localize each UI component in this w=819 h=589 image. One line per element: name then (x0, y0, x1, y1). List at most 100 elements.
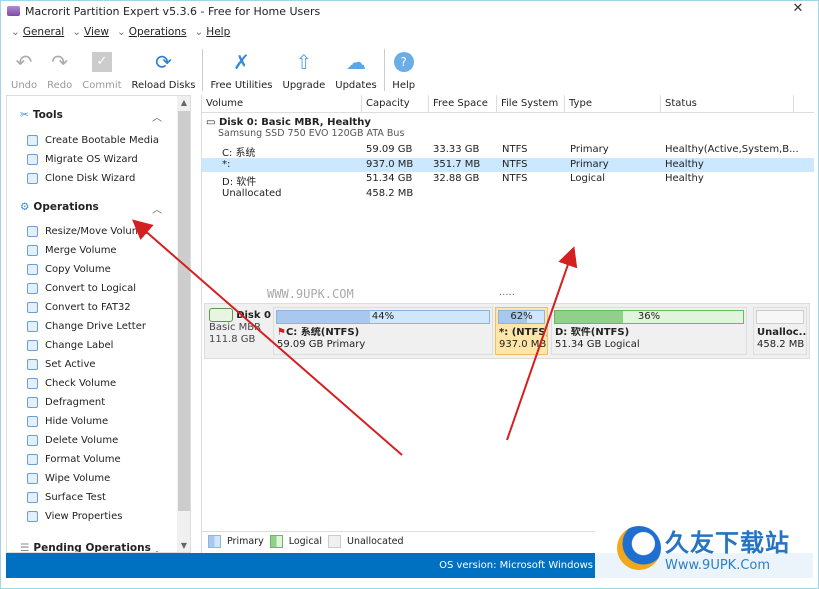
scroll-up-icon[interactable]: ▲ (177, 98, 190, 107)
sidebar-item[interactable]: Resize/Move Volume (27, 226, 148, 237)
column-free-space[interactable]: Free Space (429, 95, 497, 113)
app-icon (7, 6, 20, 16)
table-row[interactable]: C: 系统 59.09 GB 33.33 GB NTFS Primary Healthy(… (202, 143, 814, 159)
site-logo: 久友下载站 Www.9UPK.Com (595, 515, 815, 581)
partition-block[interactable]: Unalloc... 458.2 MB (753, 307, 807, 355)
sidebar-item[interactable]: Create Bootable Media (27, 135, 159, 146)
disk-model: Samsung SSD 750 EVO 120GB ATA Bus (218, 128, 405, 139)
operations-icon: ⚙ (20, 201, 30, 213)
disk-icon (209, 308, 233, 322)
scroll-down-icon[interactable]: ▼ (177, 541, 190, 550)
column-file-system[interactable]: File System (497, 95, 565, 113)
scrollbar-thumb[interactable] (178, 111, 190, 511)
sidebar-item[interactable]: Merge Volume (27, 245, 117, 256)
column-status[interactable]: Status (661, 95, 794, 113)
main-pane: Volume Capacity Free Space File System T… (201, 95, 814, 553)
sidebar-item[interactable]: Surface Test (27, 492, 106, 503)
operation-icon (27, 492, 38, 503)
sidebar-item[interactable]: Migrate OS Wizard (27, 154, 138, 165)
table-row[interactable]: *: 937.0 MB 351.7 MB NTFS Primary Healthy (202, 157, 814, 172)
sidebar-item[interactable]: Hide Volume (27, 416, 108, 427)
collapse-operations-icon[interactable]: ︿ (152, 201, 162, 216)
volume-list: ▭ Disk 0: Basic MBR, Healthy Samsung SSD… (202, 114, 814, 274)
disk-icon: ▭ (206, 117, 216, 128)
logo-icon (617, 526, 661, 570)
sidebar-item[interactable]: View Properties (27, 511, 122, 522)
splitter-handle[interactable]: ..... (499, 287, 515, 298)
operation-icon (27, 340, 38, 351)
operation-icon (27, 302, 38, 313)
menu-general[interactable]: ⌄ General (11, 26, 64, 38)
sidebar-item[interactable]: Clone Disk Wizard (27, 173, 135, 184)
tools-section-header[interactable]: ✂ Tools (20, 109, 63, 121)
sidebar-item[interactable]: Set Active (27, 359, 96, 370)
sidebar-item[interactable]: Change Label (27, 340, 113, 351)
column-capacity[interactable]: Capacity (362, 95, 429, 113)
disk-map-info[interactable]: Disk 0 Basic MBR 111.8 GB (209, 308, 271, 346)
help-button[interactable]: ? Help (387, 50, 421, 91)
operation-icon (27, 416, 38, 427)
title-bar: Macrorit Partition Expert v5.3.6 - Free … (7, 3, 320, 19)
pending-operations-header[interactable]: ☰ Pending Operations (20, 542, 151, 552)
menu-bar: ⌄ General ⌄ View ⌄ Operations ⌄ Help (11, 26, 230, 38)
sidebar-item[interactable]: Delete Volume (27, 435, 118, 446)
undo-button[interactable]: ↶ Undo (6, 50, 42, 91)
sidebar: ✂ Tools ︿ Create Bootable Media Migrate OS… (6, 95, 191, 553)
close-button[interactable]: ✕ (778, 1, 818, 19)
collapse-tools-icon[interactable]: ︿ (152, 109, 162, 124)
operations-section-header[interactable]: ⚙ Operations (20, 201, 99, 213)
legend-logical: Logical (288, 536, 323, 547)
operation-icon (27, 435, 38, 446)
commit-icon: ✓ (90, 50, 114, 74)
sidebar-item[interactable]: Copy Volume (27, 264, 111, 275)
sidebar-item[interactable]: Wipe Volume (27, 473, 110, 484)
updates-icon: ☁ (345, 50, 366, 74)
watermark-text: WWW.9UPK.COM (267, 287, 354, 301)
operation-icon (27, 226, 38, 237)
partition-block[interactable]: 36% D: 软件(NTFS) 51.34 GB Logical (551, 307, 747, 355)
column-volume[interactable]: Volume (202, 95, 362, 113)
operation-icon (27, 283, 38, 294)
table-row[interactable]: D: 软件 51.34 GB 32.88 GB NTFS Logical Healthy (202, 172, 814, 188)
redo-icon: ↷ (51, 50, 69, 74)
updates-button[interactable]: ☁ Updates (330, 50, 381, 91)
help-icon: ? (392, 50, 416, 74)
operation-icon (27, 511, 38, 522)
operation-icon (27, 454, 38, 465)
sidebar-item[interactable]: Convert to Logical (27, 283, 136, 294)
toolbar-divider (383, 49, 385, 91)
partition-block[interactable]: 44% ⚑C: 系统(NTFS) 59.09 GB Primary (273, 307, 493, 355)
partition-block[interactable]: 62% *: (NTFS) 937.0 MB (495, 307, 548, 355)
reload-disks-button[interactable]: ⟳ Reload Disks (127, 50, 201, 91)
disk-map: Disk 0 Basic MBR 111.8 GB 44% ⚑C: 系统(NTFS… (204, 303, 810, 359)
upgrade-icon: ⇧ (295, 50, 313, 74)
collapse-pending-icon[interactable]: ︿ (152, 542, 162, 552)
sidebar-item[interactable]: Change Drive Letter (27, 321, 146, 332)
operation-icon (27, 264, 38, 275)
undo-icon: ↶ (15, 50, 33, 74)
legend-unallocated: Unallocated (347, 536, 404, 547)
column-type[interactable]: Type (565, 95, 661, 113)
menu-view[interactable]: ⌄ View (72, 26, 109, 38)
sidebar-item[interactable]: Check Volume (27, 378, 116, 389)
free-utilities-button[interactable]: ✗ Free Utilities (205, 50, 277, 91)
tool-icon (27, 135, 38, 146)
sidebar-item[interactable]: Format Volume (27, 454, 121, 465)
sidebar-item[interactable]: Convert to FAT32 (27, 302, 131, 313)
operation-icon (27, 321, 38, 332)
commit-button[interactable]: ✓ Commit (77, 50, 126, 91)
upgrade-button[interactable]: ⇧ Upgrade (278, 50, 331, 91)
redo-button[interactable]: ↷ Redo (42, 50, 77, 91)
sidebar-scrollbar[interactable]: ▲ ▼ (177, 96, 190, 552)
os-version: OS version: Microsoft Windows (439, 560, 593, 571)
tools-icon: ✂ (20, 109, 29, 121)
legend-primary-swatch (208, 535, 221, 548)
operation-icon (27, 378, 38, 389)
legend-primary: Primary (227, 536, 264, 547)
utilities-icon: ✗ (233, 50, 250, 74)
disk-header[interactable]: ▭ Disk 0: Basic MBR, Healthy (206, 117, 371, 128)
sidebar-item[interactable]: Defragment (27, 397, 105, 408)
menu-operations[interactable]: ⌄ Operations (117, 26, 187, 38)
menu-help[interactable]: ⌄ Help (194, 26, 230, 38)
table-row[interactable]: Unallocated 458.2 MB (202, 187, 814, 201)
